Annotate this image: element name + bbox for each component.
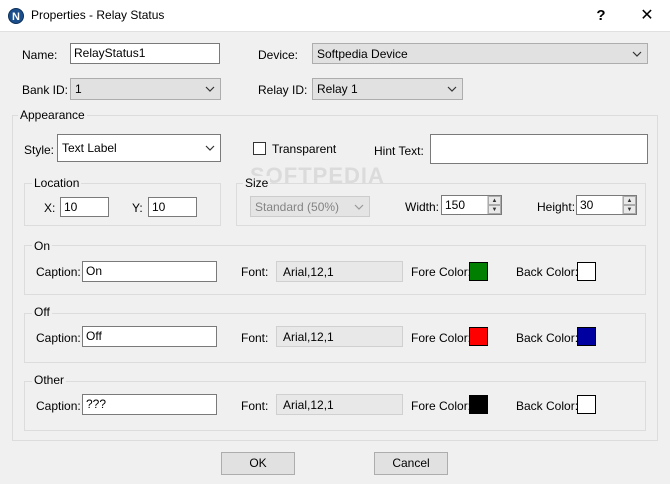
size-preset-value: Standard (50%) bbox=[255, 200, 340, 214]
width-input[interactable]: 150 ▲ ▼ bbox=[441, 195, 502, 215]
name-label: Name: bbox=[22, 48, 58, 62]
window-title: Properties - Relay Status bbox=[31, 8, 165, 22]
on-state-title: On bbox=[32, 239, 53, 253]
spin-up-icon[interactable]: ▲ bbox=[623, 196, 636, 205]
on-back-color-swatch[interactable] bbox=[577, 262, 596, 281]
chevron-down-icon bbox=[632, 51, 642, 57]
on-caption-input[interactable]: On bbox=[82, 261, 217, 282]
off-state-title: Off bbox=[32, 305, 52, 319]
off-font-label: Font: bbox=[241, 331, 269, 345]
width-spinner[interactable]: ▲ ▼ bbox=[487, 196, 501, 214]
height-input[interactable]: 30 ▲ ▼ bbox=[576, 195, 637, 215]
style-label: Style: bbox=[24, 143, 55, 157]
style-select[interactable]: Text Label bbox=[57, 134, 221, 162]
chevron-down-icon bbox=[205, 86, 215, 92]
chevron-down-icon bbox=[354, 204, 364, 210]
relay-id-label: Relay ID: bbox=[258, 83, 308, 97]
y-label: Y: bbox=[132, 201, 143, 215]
ok-button[interactable]: OK bbox=[221, 452, 295, 475]
hint-text-label: Hint Text: bbox=[374, 144, 424, 158]
cancel-button[interactable]: Cancel bbox=[374, 452, 448, 475]
size-preset-select: Standard (50%) bbox=[250, 196, 370, 217]
off-caption-input[interactable]: Off bbox=[82, 326, 217, 347]
transparent-label[interactable]: Transparent bbox=[272, 142, 336, 156]
off-back-color-label: Back Color: bbox=[516, 331, 579, 345]
on-back-color-label: Back Color: bbox=[516, 265, 579, 279]
on-caption-label: Caption: bbox=[36, 265, 81, 279]
hint-text-input[interactable] bbox=[430, 134, 648, 164]
appearance-group-title: Appearance bbox=[18, 108, 87, 122]
y-input[interactable]: 10 bbox=[148, 197, 197, 217]
width-label: Width: bbox=[405, 200, 440, 214]
off-fore-color-swatch[interactable] bbox=[469, 327, 488, 346]
x-input[interactable]: 10 bbox=[60, 197, 109, 217]
x-label: X: bbox=[44, 201, 56, 215]
off-caption-label: Caption: bbox=[36, 331, 81, 345]
on-fore-color-swatch[interactable] bbox=[469, 262, 488, 281]
on-font-value[interactable]: Arial,12,1 bbox=[276, 261, 403, 282]
name-input[interactable]: RelayStatus1 bbox=[70, 43, 220, 64]
on-fore-color-label: Fore Color: bbox=[411, 265, 472, 279]
other-fore-color-swatch[interactable] bbox=[469, 395, 488, 414]
relay-id-select[interactable]: Relay 1 bbox=[312, 78, 463, 100]
height-label: Height: bbox=[537, 200, 576, 214]
other-font-label: Font: bbox=[241, 399, 269, 413]
device-select-value: Softpedia Device bbox=[317, 47, 408, 61]
bank-id-select[interactable]: 1 bbox=[70, 78, 221, 100]
off-fore-color-label: Fore Color: bbox=[411, 331, 472, 345]
bank-id-select-value: 1 bbox=[75, 82, 82, 96]
other-font-value[interactable]: Arial,12,1 bbox=[276, 394, 403, 415]
style-select-value: Text Label bbox=[62, 141, 117, 155]
height-value: 30 bbox=[580, 198, 594, 212]
device-label: Device: bbox=[258, 48, 299, 62]
title-bar[interactable]: N Properties - Relay Status ? ✕ bbox=[0, 0, 670, 31]
other-back-color-swatch[interactable] bbox=[577, 395, 596, 414]
other-fore-color-label: Fore Color: bbox=[411, 399, 472, 413]
app-icon: N bbox=[8, 8, 24, 24]
relay-id-select-value: Relay 1 bbox=[317, 82, 358, 96]
height-spinner[interactable]: ▲ ▼ bbox=[622, 196, 636, 214]
location-group-title: Location bbox=[32, 176, 82, 190]
on-font-label: Font: bbox=[241, 265, 269, 279]
chevron-down-icon bbox=[447, 86, 457, 92]
chevron-down-icon bbox=[205, 145, 215, 151]
other-caption-label: Caption: bbox=[36, 399, 81, 413]
width-value: 150 bbox=[445, 198, 466, 212]
off-font-value[interactable]: Arial,12,1 bbox=[276, 326, 403, 347]
dialog-body: Name: RelayStatus1 Device: Softpedia Dev… bbox=[0, 31, 670, 484]
help-button[interactable]: ? bbox=[578, 0, 624, 31]
other-state-title: Other bbox=[32, 373, 67, 387]
spin-up-icon[interactable]: ▲ bbox=[488, 196, 501, 205]
other-back-color-label: Back Color: bbox=[516, 399, 579, 413]
transparent-checkbox[interactable] bbox=[253, 142, 266, 155]
spin-down-icon[interactable]: ▼ bbox=[488, 205, 501, 214]
off-back-color-swatch[interactable] bbox=[577, 327, 596, 346]
spin-down-icon[interactable]: ▼ bbox=[623, 205, 636, 214]
device-select[interactable]: Softpedia Device bbox=[312, 43, 648, 64]
size-group-title: Size bbox=[243, 176, 271, 190]
bank-id-label: Bank ID: bbox=[22, 83, 69, 97]
close-button[interactable]: ✕ bbox=[624, 0, 670, 31]
other-caption-input[interactable]: ??? bbox=[82, 394, 217, 415]
